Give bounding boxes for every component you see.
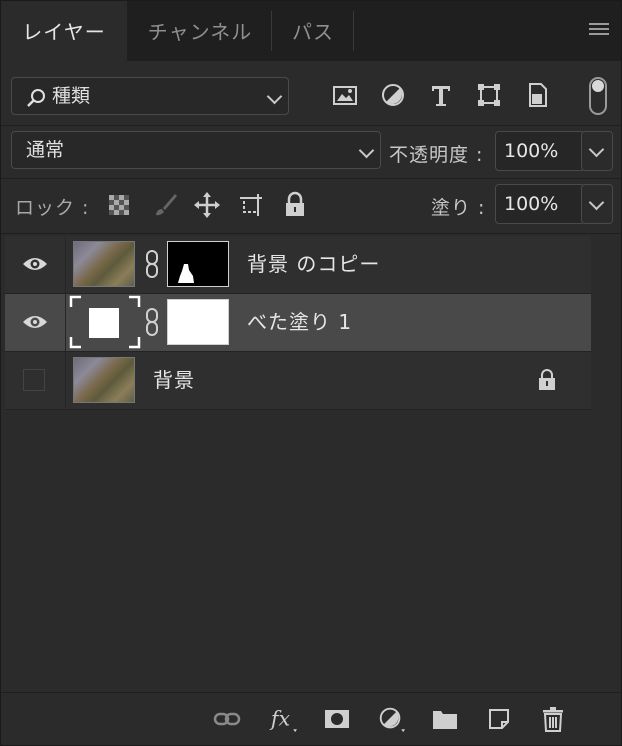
- link-chain-icon[interactable]: [145, 308, 159, 336]
- layer-mask-thumbnail[interactable]: [167, 299, 229, 345]
- adjustment-filter-icon[interactable]: [379, 81, 407, 109]
- lock-label: ロック :: [15, 197, 90, 219]
- lock-artboard-icon[interactable]: [237, 191, 265, 219]
- tab-separator: [353, 11, 354, 51]
- link-chain-icon[interactable]: [145, 250, 159, 278]
- eye-icon: [23, 316, 47, 328]
- opacity-input[interactable]: 100%: [495, 131, 585, 171]
- layers-footer-toolbar: fx: [1, 692, 621, 745]
- svg-text:fx: fx: [269, 707, 290, 731]
- lock-transparent-pixels-icon[interactable]: [107, 193, 131, 217]
- tab-separator: [271, 11, 272, 51]
- eye-icon: [23, 258, 47, 270]
- tab-paths[interactable]: パス: [273, 1, 353, 61]
- chevron-down-icon: [588, 194, 605, 211]
- visibility-toggle[interactable]: [5, 352, 66, 409]
- layer-mask-thumbnail[interactable]: [167, 241, 229, 287]
- lock-all-icon[interactable]: [283, 191, 307, 219]
- visibility-toggle[interactable]: [5, 294, 66, 351]
- opacity-dropdown-button[interactable]: [581, 131, 613, 171]
- layer-name[interactable]: 背景: [153, 352, 195, 409]
- fill-label: 塗り :: [431, 197, 486, 219]
- panel-menu-icon[interactable]: [589, 23, 609, 39]
- filter-kind-label: 種類: [52, 85, 91, 107]
- layers-list: 背景 のコピー べた塗り 1 背景: [5, 236, 591, 410]
- image-filter-icon[interactable]: [331, 81, 359, 109]
- chevron-down-icon: [266, 88, 283, 105]
- layers-panel: レイヤー チャンネル パス 種類 通常 不透明度: 100% ロック: 塗り…: [0, 0, 622, 746]
- adjustment-layer-icon[interactable]: [377, 705, 405, 733]
- tab-bar: レイヤー チャンネル パス: [1, 1, 621, 61]
- smart-object-filter-icon[interactable]: [523, 81, 551, 109]
- chevron-down-icon: [358, 142, 375, 159]
- fx-icon[interactable]: fx: [269, 705, 297, 733]
- filter-kind-select[interactable]: 種類: [11, 77, 289, 115]
- link-icon[interactable]: [213, 705, 241, 733]
- lock-icon: [539, 369, 555, 390]
- blend-mode-select[interactable]: 通常: [11, 131, 381, 169]
- divider: [1, 178, 621, 179]
- folder-icon[interactable]: [431, 705, 459, 733]
- type-filter-icon[interactable]: [427, 81, 455, 109]
- search-icon: [27, 89, 45, 107]
- visibility-toggle[interactable]: [5, 236, 66, 293]
- shape-filter-icon[interactable]: [475, 81, 503, 109]
- layer-name[interactable]: 背景 のコピー: [247, 236, 380, 293]
- add-mask-icon[interactable]: [323, 705, 351, 733]
- trash-icon[interactable]: [539, 705, 567, 733]
- layer-row-background-copy[interactable]: 背景 のコピー: [5, 236, 591, 294]
- divider: [1, 233, 621, 234]
- layer-name[interactable]: べた塗り 1: [247, 294, 352, 351]
- blend-mode-label: 通常: [26, 139, 65, 161]
- tab-layers[interactable]: レイヤー: [1, 1, 127, 61]
- fill-input[interactable]: 100%: [495, 184, 585, 224]
- new-layer-icon[interactable]: [485, 705, 513, 733]
- layer-row-solid-fill[interactable]: べた塗り 1: [5, 294, 591, 352]
- filter-row: 種類: [11, 75, 611, 119]
- divider: [1, 125, 621, 126]
- tab-channels[interactable]: チャンネル: [129, 1, 271, 61]
- mask-shape-icon: [178, 264, 194, 283]
- fill-layer-thumbnail[interactable]: [69, 295, 141, 349]
- visibility-empty-box: [23, 369, 45, 391]
- filter-toggle-switch[interactable]: [589, 77, 607, 115]
- fill-dropdown-button[interactable]: [581, 184, 613, 224]
- layer-row-background[interactable]: 背景: [5, 352, 591, 410]
- layer-thumbnail[interactable]: [73, 241, 135, 287]
- lock-image-pixels-icon[interactable]: [151, 191, 179, 219]
- chevron-down-icon: [588, 141, 605, 158]
- lock-position-icon[interactable]: [193, 191, 221, 219]
- layer-thumbnail[interactable]: [73, 357, 135, 403]
- opacity-label: 不透明度 :: [389, 144, 484, 166]
